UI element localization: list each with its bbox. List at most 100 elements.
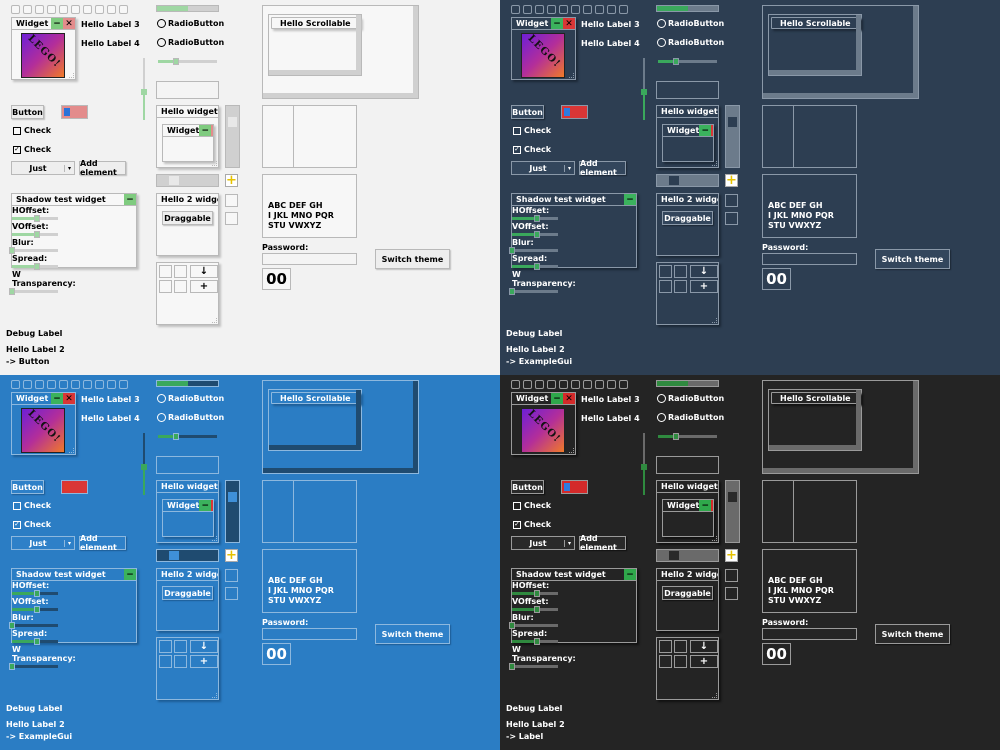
- slider-knob[interactable]: [34, 231, 41, 238]
- window-titlebar[interactable]: Shadow test widget −: [12, 569, 136, 581]
- password-field[interactable]: [262, 628, 357, 640]
- plus-icon[interactable]: +: [725, 174, 738, 187]
- slider-knob[interactable]: [641, 464, 647, 471]
- switch-theme-button[interactable]: Switch theme: [375, 624, 450, 644]
- draggable-button[interactable]: Draggable: [162, 586, 213, 600]
- hello-2-window[interactable]: Hello 2 widget−✕ Draggable: [156, 568, 219, 631]
- resize-grip-icon[interactable]: [69, 448, 74, 453]
- plus-icon[interactable]: +: [725, 549, 738, 562]
- mini-checkbox[interactable]: [571, 380, 580, 389]
- inner-widget-window[interactable]: Widget−✕: [662, 499, 714, 537]
- panel-divider[interactable]: [793, 481, 794, 542]
- panel-divider[interactable]: [293, 481, 294, 542]
- outer-scroll-area[interactable]: Hello Scrollable: [262, 380, 419, 474]
- horizontal-scrollbar[interactable]: [269, 70, 361, 75]
- horizontal-scrollbar[interactable]: [763, 468, 918, 473]
- pad-cell[interactable]: [659, 640, 672, 653]
- pad-cell[interactable]: [674, 265, 687, 278]
- shadow-test-window[interactable]: Shadow test widget − HOffset: VOffset: Blur…: [509, 193, 637, 295]
- mini-checkbox[interactable]: [35, 5, 44, 14]
- setting-slider[interactable]: [509, 622, 558, 629]
- switch-theme-button[interactable]: Switch theme: [875, 249, 950, 269]
- close-icon[interactable]: ✕: [211, 125, 213, 136]
- radio-button-2[interactable]: RadioButton: [657, 413, 724, 422]
- mini-checkbox[interactable]: [571, 5, 580, 14]
- shadow-test-window[interactable]: Shadow test widget − HOffset: VOffset: Blur…: [9, 568, 137, 670]
- mini-checkbox[interactable]: [559, 380, 568, 389]
- shadow-test-window[interactable]: Shadow test widget − HOffset: VOffset: Blur…: [509, 568, 637, 670]
- mini-checkbox[interactable]: [119, 380, 128, 389]
- mini-checkbox[interactable]: [547, 380, 556, 389]
- window-titlebar[interactable]: Widget−✕: [663, 125, 713, 137]
- vertical-scrollbar[interactable]: [225, 480, 240, 543]
- slider-knob[interactable]: [172, 433, 179, 440]
- text-box[interactable]: ABC DEF GH I JKL MNO PQR STU VWXYZ: [762, 174, 857, 238]
- setting-slider[interactable]: [9, 288, 58, 295]
- minimize-button[interactable]: −: [199, 125, 212, 136]
- mini-checkbox[interactable]: [619, 5, 628, 14]
- resize-grip-icon[interactable]: [569, 73, 574, 78]
- close-icon[interactable]: ✕: [711, 125, 713, 136]
- arrow-down-icon[interactable]: ↓: [190, 640, 218, 653]
- setting-slider[interactable]: [9, 247, 58, 254]
- radio-button-2[interactable]: RadioButton: [157, 38, 224, 47]
- setting-slider[interactable]: [12, 263, 58, 270]
- scroll-thumb[interactable]: [669, 551, 679, 560]
- checkbox-1[interactable]: Check: [513, 126, 551, 135]
- slider-knob[interactable]: [34, 215, 41, 222]
- slider-knob[interactable]: [34, 638, 41, 645]
- minimize-button[interactable]: −: [551, 393, 563, 404]
- toggle-switch[interactable]: [61, 105, 88, 119]
- mini-checkbox[interactable]: [11, 5, 20, 14]
- checkbox-1[interactable]: Check: [13, 126, 51, 135]
- setting-slider[interactable]: [512, 231, 558, 238]
- lego-widget-window[interactable]: Widget − ✕ LEGO!: [11, 17, 76, 80]
- small-box[interactable]: [225, 194, 238, 207]
- slider-knob[interactable]: [34, 263, 41, 270]
- window-titlebar[interactable]: Hello widget−✕: [657, 106, 718, 118]
- vertical-scrollbar[interactable]: [356, 390, 361, 450]
- setting-slider[interactable]: [512, 263, 558, 270]
- shadow-test-window[interactable]: Shadow test widget − HOffset: VOffset: Blur…: [9, 193, 137, 295]
- outer-scroll-area[interactable]: Hello Scrollable: [762, 5, 919, 99]
- mini-checkbox[interactable]: [71, 380, 80, 389]
- pad-cell[interactable]: [674, 280, 687, 293]
- vertical-slider[interactable]: [641, 58, 647, 120]
- slider-knob[interactable]: [34, 606, 41, 613]
- slider-knob[interactable]: [9, 247, 15, 254]
- dropdown[interactable]: Just ▾: [511, 161, 575, 175]
- slider-knob[interactable]: [534, 606, 541, 613]
- vertical-scrollbar[interactable]: [856, 15, 861, 75]
- mini-checkbox[interactable]: [583, 380, 592, 389]
- minimize-button[interactable]: −: [624, 569, 636, 580]
- mini-checkbox[interactable]: [511, 380, 520, 389]
- vertical-slider[interactable]: [141, 433, 147, 495]
- minimize-button[interactable]: −: [124, 194, 136, 205]
- lego-widget-window[interactable]: Widget − ✕ LEGO!: [11, 392, 76, 455]
- slider-knob[interactable]: [9, 288, 15, 295]
- setting-slider[interactable]: [12, 590, 58, 597]
- horizontal-scrollbar[interactable]: [156, 549, 219, 562]
- text-input[interactable]: [656, 81, 719, 99]
- vertical-scrollbar[interactable]: [913, 6, 918, 98]
- setting-slider[interactable]: [509, 247, 558, 254]
- button[interactable]: Button: [11, 480, 44, 494]
- small-box[interactable]: [725, 212, 738, 225]
- mini-checkbox[interactable]: [95, 380, 104, 389]
- scroll-thumb[interactable]: [728, 492, 737, 502]
- vertical-scrollbar[interactable]: [225, 105, 240, 168]
- close-icon[interactable]: ✕: [211, 500, 213, 511]
- resize-grip-icon[interactable]: [712, 318, 717, 323]
- horizontal-scrollbar[interactable]: [763, 93, 918, 98]
- draggable-button[interactable]: Draggable: [662, 211, 713, 225]
- radio-button-2[interactable]: RadioButton: [157, 413, 224, 422]
- small-box[interactable]: [225, 569, 238, 582]
- slider-knob[interactable]: [9, 622, 15, 629]
- small-box[interactable]: [225, 212, 238, 225]
- inner-scroll-area[interactable]: Hello Scrollable: [268, 14, 362, 76]
- checkbox-2[interactable]: ✓ Check: [13, 145, 51, 154]
- mini-checkbox[interactable]: [47, 5, 56, 14]
- window-titlebar[interactable]: Hello widget−✕: [657, 481, 718, 493]
- pad-cell[interactable]: [159, 280, 172, 293]
- pad-cell[interactable]: [659, 280, 672, 293]
